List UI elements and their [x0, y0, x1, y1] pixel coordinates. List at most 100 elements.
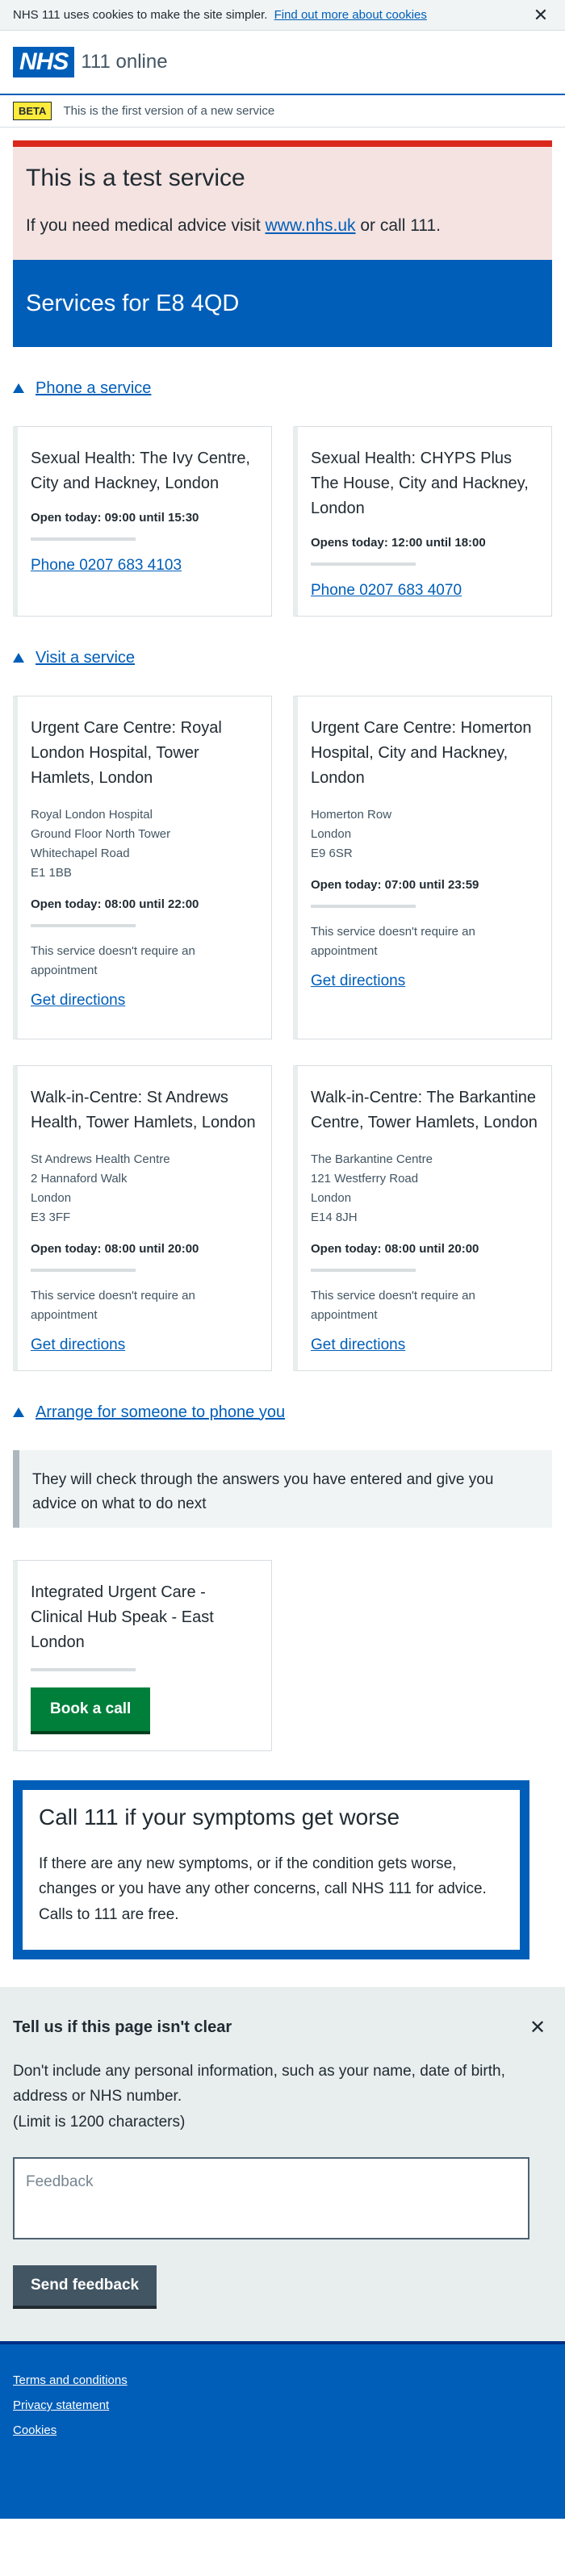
beta-text: This is the first version of a new servi…: [63, 104, 275, 118]
divider: [31, 1269, 136, 1272]
feedback-limit: (Limit is 1200 characters): [13, 2113, 186, 2131]
divider: [311, 1269, 416, 1272]
address: Royal London Hospital Ground Floor North…: [31, 805, 258, 883]
address-line: E3 3FF: [31, 1211, 71, 1224]
address-line: E9 6SR: [311, 847, 353, 860]
address: The Barkantine Centre 121 Westferry Road…: [311, 1150, 538, 1227]
feedback-title: Tell us if this page isn't clear: [13, 2018, 232, 2036]
service-name: Walk-in-Centre: The Barkantine Centre, T…: [311, 1089, 538, 1131]
callback-section-toggle[interactable]: Arrange for someone to phone you: [13, 1400, 552, 1424]
address-line: London: [311, 1191, 352, 1205]
test-service-title: This is a test service: [26, 165, 245, 191]
cookie-banner: NHS 111 uses cookies to make the site si…: [0, 0, 565, 31]
footer-link-terms[interactable]: Terms and conditions: [13, 2373, 552, 2387]
close-icon[interactable]: ✕: [523, 2016, 552, 2039]
triangle-up-icon: [13, 1407, 24, 1417]
main-content: This is a test service If you need medic…: [0, 140, 565, 1959]
book-call-button[interactable]: Book a call: [31, 1687, 151, 1734]
opening-times: Open today: 07:00 until 23:59: [311, 878, 479, 892]
nhs-logo[interactable]: NHS: [13, 47, 75, 77]
footer-link-cookies[interactable]: Cookies: [13, 2423, 552, 2437]
service-card: Urgent Care Centre: Royal London Hospita…: [13, 696, 272, 1039]
divider: [311, 562, 416, 566]
opening-times: Open today: 08:00 until 20:00: [31, 1242, 199, 1256]
phone-section-link[interactable]: Phone a service: [36, 379, 151, 398]
phone-link[interactable]: Phone 0207 683 4103: [31, 557, 258, 575]
service-name: Urgent Care Centre: Royal London Hospita…: [31, 719, 222, 787]
services-header: Services for E8 4QD: [13, 260, 552, 347]
address-line: St Andrews Health Centre: [31, 1152, 170, 1166]
test-service-callout: This is a test service If you need medic…: [13, 140, 552, 260]
feedback-panel: Tell us if this page isn't clear ✕ Don't…: [0, 1987, 565, 2342]
service-card: Sexual Health: The Ivy Centre, City and …: [13, 426, 272, 617]
feedback-input[interactable]: Feedback: [13, 2157, 529, 2240]
visit-cards-row-1: Urgent Care Centre: Royal London Hospita…: [13, 696, 552, 1039]
page-title: Services for E8 4QD: [26, 290, 240, 316]
callback-section-link[interactable]: Arrange for someone to phone you: [36, 1403, 285, 1422]
opening-times: Open today: 08:00 until 22:00: [31, 897, 199, 911]
footer-link-privacy[interactable]: Privacy statement: [13, 2398, 552, 2412]
feedback-header: Tell us if this page isn't clear ✕: [13, 2016, 552, 2039]
phone-cards: Sexual Health: The Ivy Centre, City and …: [13, 426, 552, 617]
divider: [31, 537, 136, 541]
appointment-note: This service doesn't require an appointm…: [311, 925, 475, 958]
triangle-up-icon: [13, 383, 24, 393]
service-card: Sexual Health: CHYPS Plus The House, Cit…: [293, 426, 552, 617]
phone-link[interactable]: Phone 0207 683 4070: [311, 582, 538, 600]
send-feedback-button[interactable]: Send feedback: [13, 2265, 157, 2310]
site-header: NHS 111 online: [0, 31, 565, 95]
opening-times: Opens today: 12:00 until 18:00: [311, 536, 486, 550]
appointment-note: This service doesn't require an appointm…: [31, 1289, 195, 1322]
cookie-info-link[interactable]: Find out more about cookies: [274, 8, 427, 22]
address-line: Royal London Hospital: [31, 808, 153, 822]
divider: [31, 924, 136, 927]
address-line: Whitechapel Road: [31, 847, 130, 860]
triangle-up-icon: [13, 653, 24, 663]
care-card: Call 111 if your symptoms get worse If t…: [13, 1780, 529, 1959]
appointment-note: This service doesn't require an appointm…: [31, 944, 195, 977]
address: St Andrews Health Centre 2 Hannaford Wal…: [31, 1150, 258, 1227]
inset-text: They will check through the answers you …: [13, 1450, 552, 1528]
directions-link[interactable]: Get directions: [31, 992, 258, 1010]
test-service-text-after: or call 111.: [355, 216, 441, 235]
opening-times: Open today: 09:00 until 15:30: [31, 511, 199, 525]
visit-cards-row-2: Walk-in-Centre: St Andrews Health, Tower…: [13, 1065, 552, 1371]
card-spacer: [311, 990, 538, 1022]
address-line: E1 1BB: [31, 866, 72, 880]
beta-banner: BETA This is the first version of a new …: [0, 95, 565, 128]
feedback-help: Don't include any personal information, …: [13, 2059, 552, 2135]
service-card: Urgent Care Centre: Homerton Hospital, C…: [293, 696, 552, 1039]
test-service-text-before: If you need medical advice visit: [26, 216, 266, 235]
test-service-text: If you need medical advice visit www.nhs…: [26, 216, 539, 236]
address: Homerton Row London E9 6SR: [311, 805, 538, 864]
address-line: Homerton Row: [311, 808, 392, 822]
phone-section-toggle[interactable]: Phone a service: [13, 376, 552, 400]
service-name: Walk-in-Centre: St Andrews Health, Tower…: [31, 1089, 256, 1131]
directions-link[interactable]: Get directions: [311, 1336, 538, 1354]
nhs-uk-link[interactable]: www.nhs.uk: [265, 216, 355, 235]
site-footer: Terms and conditions Privacy statement C…: [0, 2341, 565, 2520]
appointment-note: This service doesn't require an appointm…: [311, 1289, 475, 1322]
visit-section-link[interactable]: Visit a service: [36, 649, 135, 667]
directions-link[interactable]: Get directions: [31, 1336, 258, 1354]
service-card: Walk-in-Centre: The Barkantine Centre, T…: [293, 1065, 552, 1371]
service-name: Sexual Health: CHYPS Plus The House, Cit…: [311, 450, 529, 517]
divider: [31, 1668, 136, 1671]
service-name: Urgent Care Centre: Homerton Hospital, C…: [311, 719, 532, 787]
directions-link[interactable]: Get directions: [311, 972, 538, 990]
service-name[interactable]: 111 online: [81, 51, 167, 73]
service-card: Walk-in-Centre: St Andrews Health, Tower…: [13, 1065, 272, 1371]
beta-tag: BETA: [13, 102, 52, 120]
address-line: The Barkantine Centre: [311, 1152, 433, 1166]
care-card-text: If there are any new symptoms, or if the…: [39, 1855, 487, 1923]
address-line: London: [311, 827, 352, 841]
divider: [311, 905, 416, 908]
cookie-message: NHS 111 uses cookies to make the site si…: [13, 8, 427, 22]
visit-section-toggle[interactable]: Visit a service: [13, 646, 552, 670]
feedback-help-text: Don't include any personal information, …: [13, 2063, 505, 2106]
address-line: E14 8JH: [311, 1211, 358, 1224]
cookie-text: NHS 111 uses cookies to make the site si…: [13, 8, 268, 22]
address-line: Ground Floor North Tower: [31, 827, 171, 841]
address-line: 2 Hannaford Walk: [31, 1172, 128, 1186]
close-icon[interactable]: ✕: [529, 5, 552, 26]
